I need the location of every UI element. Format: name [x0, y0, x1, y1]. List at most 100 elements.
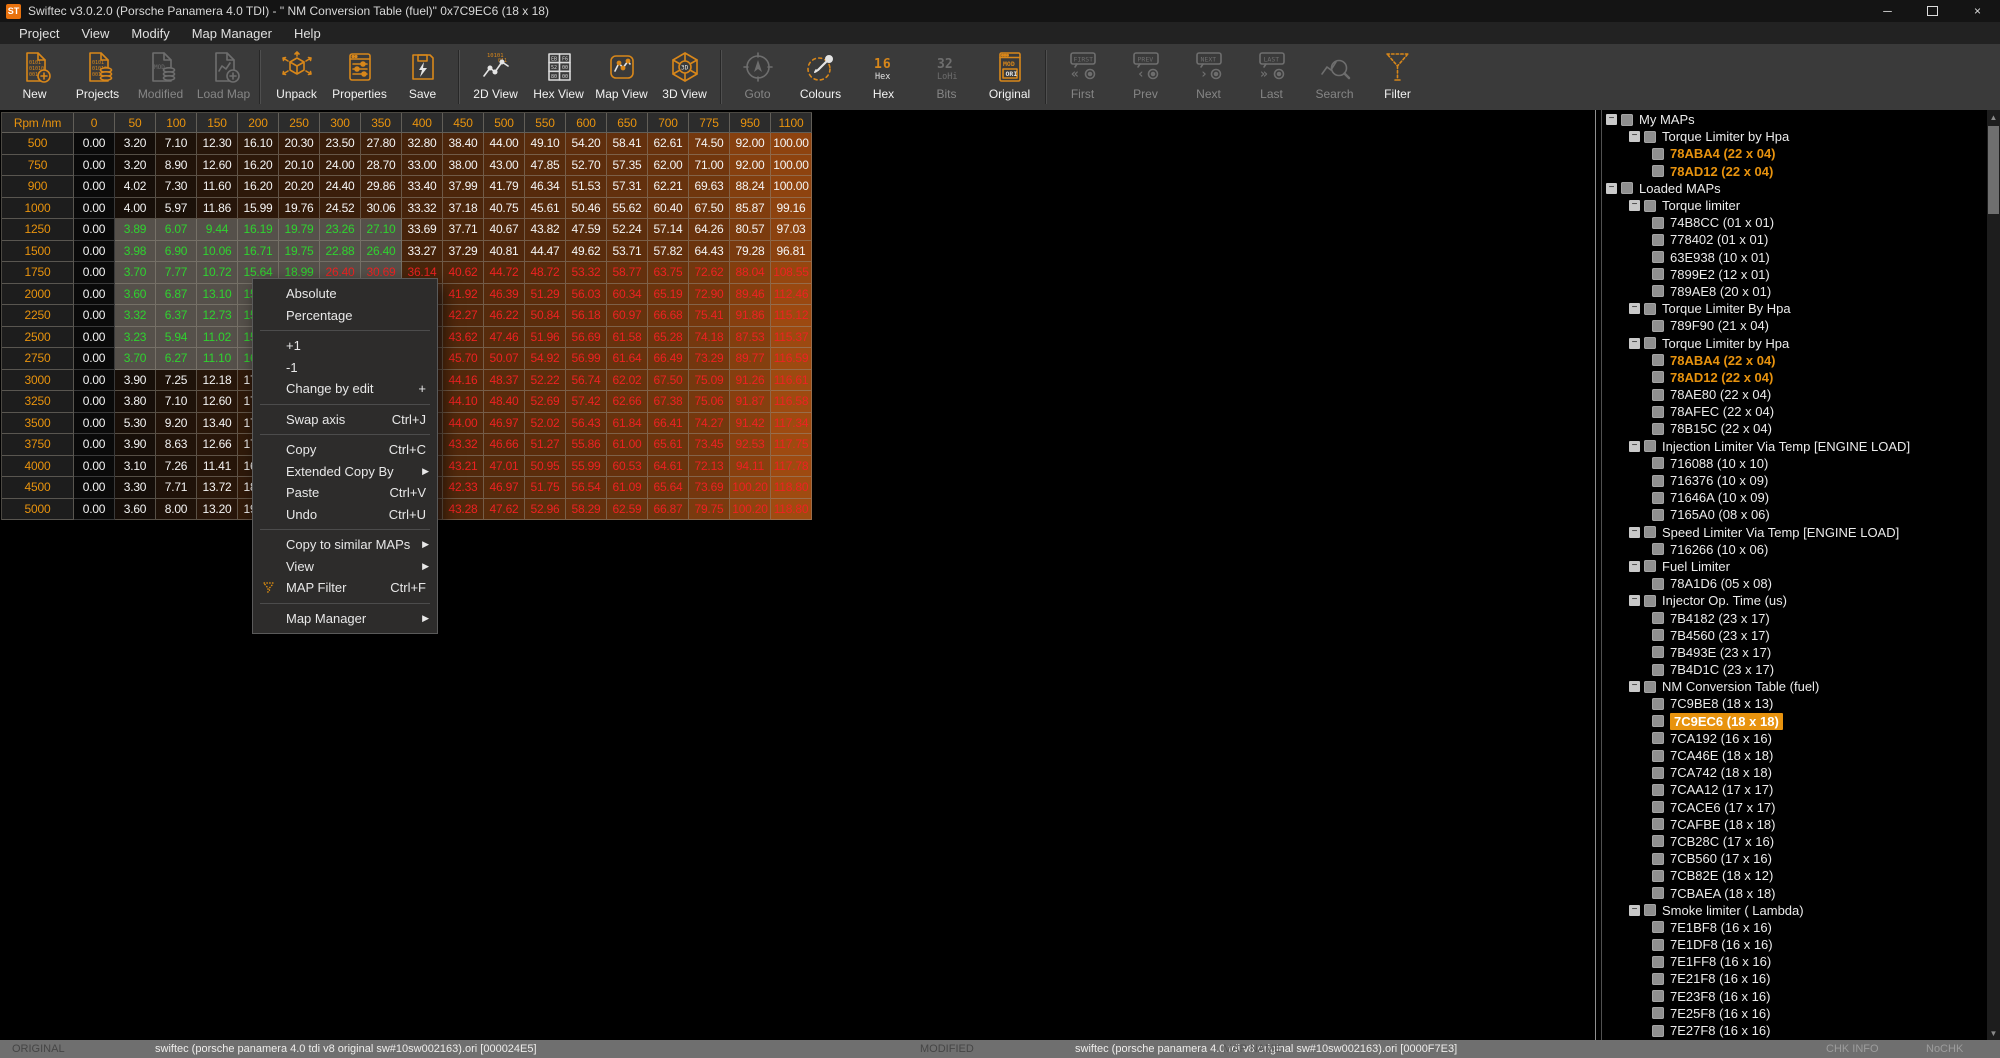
table-cell[interactable]: 3.90: [115, 434, 156, 456]
col-header-600[interactable]: 600: [566, 113, 607, 133]
table-cell[interactable]: 89.46: [730, 284, 771, 306]
table-cell[interactable]: 79.75: [689, 499, 730, 521]
map-checkbox[interactable]: [1644, 526, 1656, 538]
tree-item-789ae8-20-x-01[interactable]: 789AE8 (20 x 01): [1652, 283, 1987, 300]
table-cell[interactable]: 8.63: [156, 434, 197, 456]
table-cell[interactable]: 56.99: [566, 348, 607, 370]
table-cell[interactable]: 13.20: [197, 499, 238, 521]
table-cell[interactable]: 0.00: [74, 176, 115, 198]
table-cell[interactable]: 0.00: [74, 434, 115, 456]
table-cell[interactable]: 88.04: [730, 262, 771, 284]
table-cell[interactable]: 75.06: [689, 391, 730, 413]
expand-toggle-icon[interactable]: −: [1629, 441, 1640, 452]
table-cell[interactable]: 27.80: [361, 133, 402, 155]
table-cell[interactable]: 0.00: [74, 262, 115, 284]
minimize-button[interactable]: ─: [1865, 0, 1910, 22]
table-cell[interactable]: 10.72: [197, 262, 238, 284]
table-cell[interactable]: 61.64: [607, 348, 648, 370]
tree-item-78aba4-22-x-04[interactable]: 78ABA4 (22 x 04): [1652, 352, 1987, 369]
table-cell[interactable]: 13.10: [197, 284, 238, 306]
expand-toggle-icon[interactable]: −: [1629, 527, 1640, 538]
table-cell[interactable]: 47.85: [525, 155, 566, 177]
table-cell[interactable]: 60.53: [607, 456, 648, 478]
table-cell[interactable]: 50.07: [484, 348, 525, 370]
tree-item-7cb82e-18-x-12[interactable]: 7CB82E (18 x 12): [1652, 867, 1987, 884]
expand-toggle-icon[interactable]: −: [1629, 561, 1640, 572]
table-cell[interactable]: 0.00: [74, 391, 115, 413]
table-cell[interactable]: 16.20: [238, 155, 279, 177]
table-cell[interactable]: 12.60: [197, 155, 238, 177]
map-checkbox[interactable]: [1652, 320, 1664, 332]
table-cell[interactable]: 62.02: [607, 370, 648, 392]
table-cell[interactable]: 116.61: [771, 370, 812, 392]
tree-item-7e1ff8-16-x-16[interactable]: 7E1FF8 (16 x 16): [1652, 953, 1987, 970]
tree-item-7cafbe-18-x-18[interactable]: 7CAFBE (18 x 18): [1652, 816, 1987, 833]
tree-item-7cb560-17-x-16[interactable]: 7CB560 (17 x 16): [1652, 850, 1987, 867]
table-cell[interactable]: 13.72: [197, 477, 238, 499]
map-checkbox[interactable]: [1652, 921, 1664, 933]
row-header-500[interactable]: 500: [2, 133, 74, 155]
menubar-item-view[interactable]: View: [70, 22, 120, 44]
tree-item-78ad12-22-x-04[interactable]: 78AD12 (22 x 04): [1652, 369, 1987, 386]
map-checkbox[interactable]: [1652, 251, 1664, 263]
table-cell[interactable]: 57.35: [607, 155, 648, 177]
row-header-3000[interactable]: 3000: [2, 370, 74, 392]
row-header-3500[interactable]: 3500: [2, 413, 74, 435]
col-header-400[interactable]: 400: [402, 113, 443, 133]
tree-item-fuel-limiter[interactable]: −Fuel Limiter: [1629, 558, 1987, 575]
table-cell[interactable]: 66.68: [648, 305, 689, 327]
table-cell[interactable]: 44.10: [443, 391, 484, 413]
table-cell[interactable]: 52.69: [525, 391, 566, 413]
map-checkbox[interactable]: [1644, 131, 1656, 143]
table-cell[interactable]: 55.62: [607, 198, 648, 220]
tree-item-7c9ec6-18-x-18[interactable]: 7C9EC6 (18 x 18): [1652, 713, 1987, 730]
table-cell[interactable]: 23.26: [320, 219, 361, 241]
tree-scrollbar[interactable]: ▲ ▼: [1987, 110, 2000, 1040]
toolbar-button-save[interactable]: Save: [391, 47, 454, 101]
table-cell[interactable]: 3.23: [115, 327, 156, 349]
col-header-0[interactable]: 0: [74, 113, 115, 133]
table-cell[interactable]: 33.32: [402, 198, 443, 220]
table-cell[interactable]: 42.33: [443, 477, 484, 499]
table-cell[interactable]: 75.09: [689, 370, 730, 392]
table-cell[interactable]: 12.30: [197, 133, 238, 155]
table-cell[interactable]: 100.00: [771, 176, 812, 198]
table-cell[interactable]: 63.75: [648, 262, 689, 284]
table-cell[interactable]: 60.34: [607, 284, 648, 306]
table-cell[interactable]: 92.00: [730, 155, 771, 177]
expand-toggle-icon[interactable]: −: [1606, 183, 1617, 194]
table-cell[interactable]: 72.90: [689, 284, 730, 306]
table-cell[interactable]: 75.41: [689, 305, 730, 327]
table-cell[interactable]: 62.61: [648, 133, 689, 155]
map-checkbox[interactable]: [1652, 268, 1664, 280]
col-header-150[interactable]: 150: [197, 113, 238, 133]
table-cell[interactable]: 7.10: [156, 133, 197, 155]
close-button[interactable]: ×: [1955, 0, 2000, 22]
table-cell[interactable]: 33.00: [402, 155, 443, 177]
table-cell[interactable]: 71.00: [689, 155, 730, 177]
table-cell[interactable]: 94.11: [730, 456, 771, 478]
map-checkbox[interactable]: [1621, 182, 1633, 194]
table-cell[interactable]: 74.27: [689, 413, 730, 435]
tree-item-7b4d1c-23-x-17[interactable]: 7B4D1C (23 x 17): [1652, 661, 1987, 678]
table-cell[interactable]: 38.00: [443, 155, 484, 177]
table-cell[interactable]: 37.99: [443, 176, 484, 198]
panel-splitter[interactable]: [1595, 110, 1596, 1040]
table-cell[interactable]: 65.28: [648, 327, 689, 349]
table-cell[interactable]: 26.40: [361, 241, 402, 263]
map-checkbox[interactable]: [1652, 715, 1664, 727]
table-cell[interactable]: 38.40: [443, 133, 484, 155]
map-checkbox[interactable]: [1652, 646, 1664, 658]
table-cell[interactable]: 28.70: [361, 155, 402, 177]
map-checkbox[interactable]: [1652, 956, 1664, 968]
table-cell[interactable]: 37.18: [443, 198, 484, 220]
table-cell[interactable]: 43.82: [525, 219, 566, 241]
table-cell[interactable]: 61.09: [607, 477, 648, 499]
table-cell[interactable]: 54.92: [525, 348, 566, 370]
table-cell[interactable]: 64.61: [648, 456, 689, 478]
table-cell[interactable]: 73.45: [689, 434, 730, 456]
table-cell[interactable]: 7.71: [156, 477, 197, 499]
col-header-250[interactable]: 250: [279, 113, 320, 133]
table-cell[interactable]: 74.50: [689, 133, 730, 155]
menu-item-absolute[interactable]: Absolute: [253, 283, 437, 305]
